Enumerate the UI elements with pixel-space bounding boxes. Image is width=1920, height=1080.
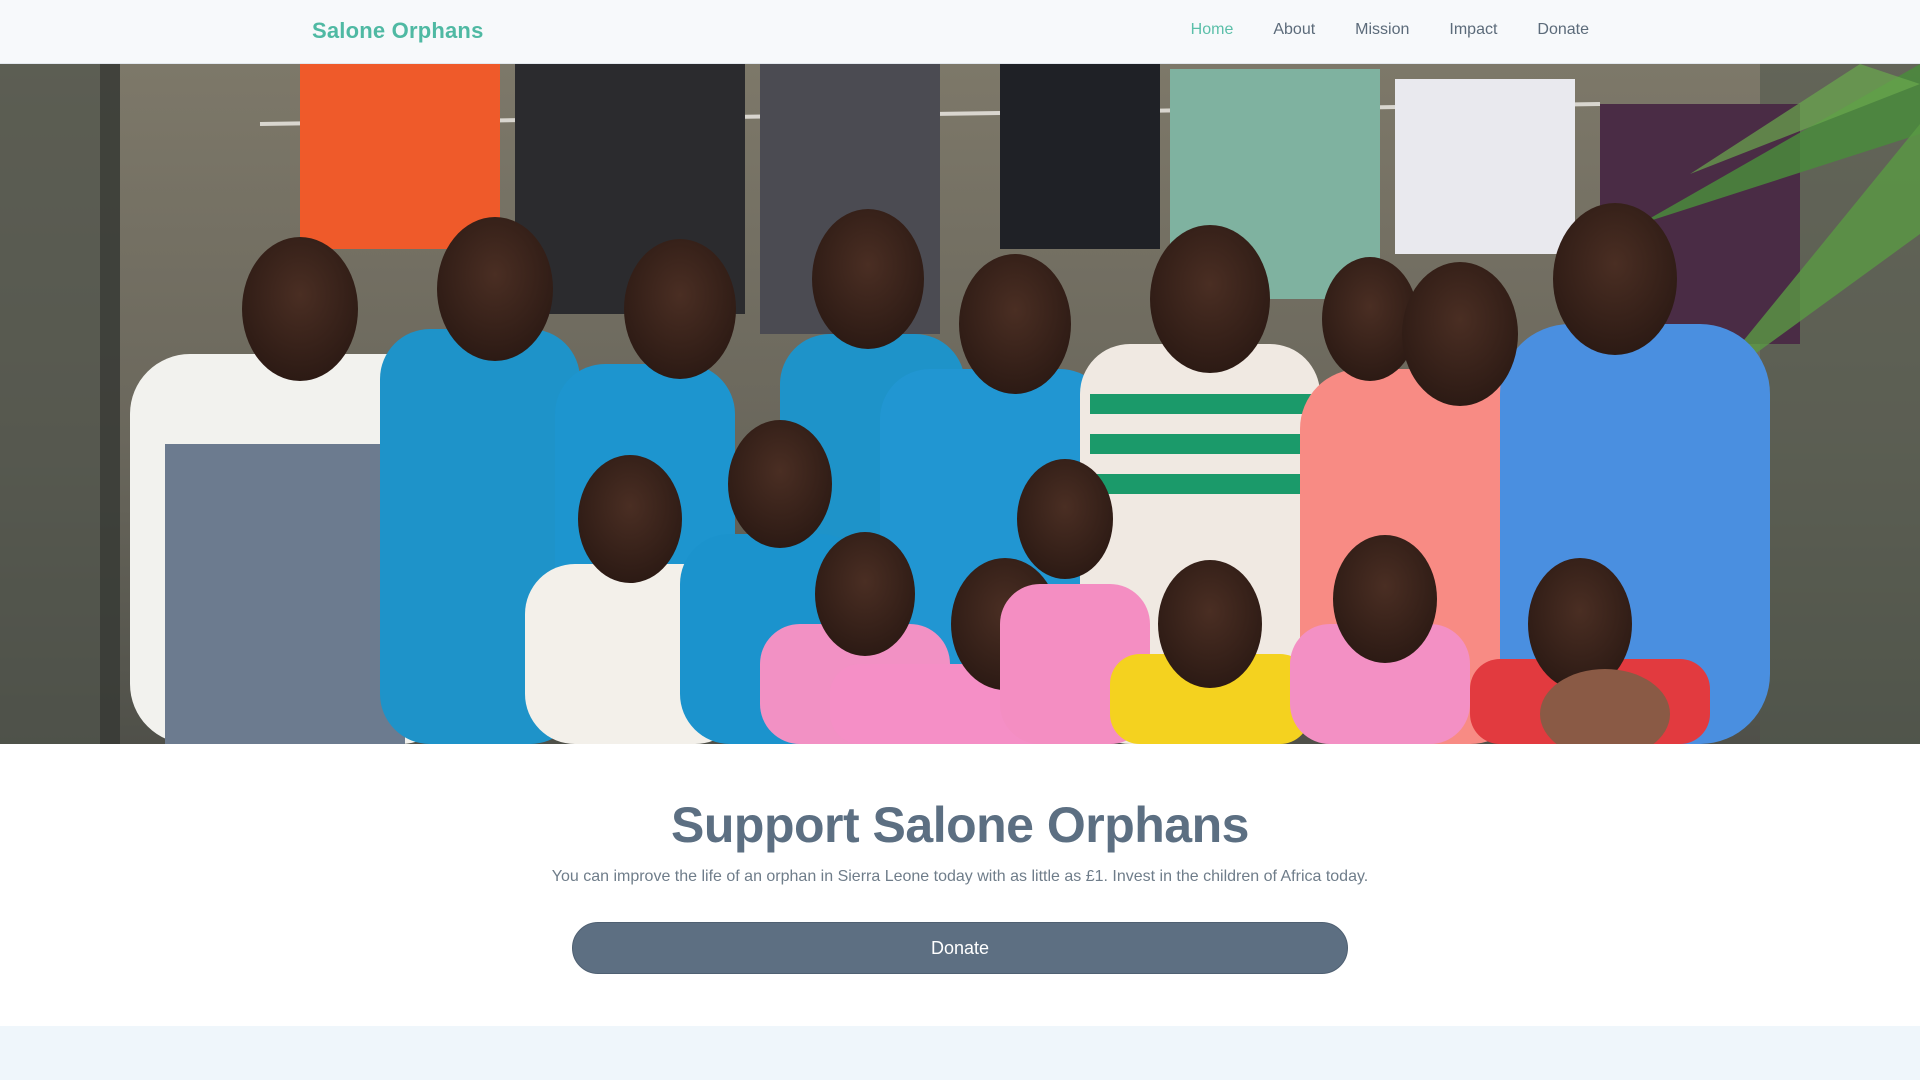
section-description: You can improve the life of an orphan in… (551, 868, 1369, 885)
section-title: Support Salone Orphans (671, 797, 1249, 853)
nav-impact[interactable]: Impact (1449, 21, 1497, 39)
brand-logo-link[interactable]: Salone Orphans (312, 18, 484, 44)
nav-home[interactable]: Home (1191, 21, 1234, 39)
next-section-band (0, 1026, 1920, 1080)
donate-section: Support Salone Orphans You can improve t… (0, 744, 1920, 1026)
navbar: Salone Orphans Home About Mission Impact… (0, 0, 1920, 64)
hero-photo (0, 64, 1920, 744)
main-nav: Home About Mission Impact Donate (1191, 21, 1589, 39)
nav-about[interactable]: About (1273, 21, 1315, 39)
donate-button[interactable]: Donate (572, 922, 1348, 974)
nav-donate[interactable]: Donate (1537, 21, 1589, 39)
nav-mission[interactable]: Mission (1355, 21, 1409, 39)
children-group-photo (0, 64, 1920, 744)
